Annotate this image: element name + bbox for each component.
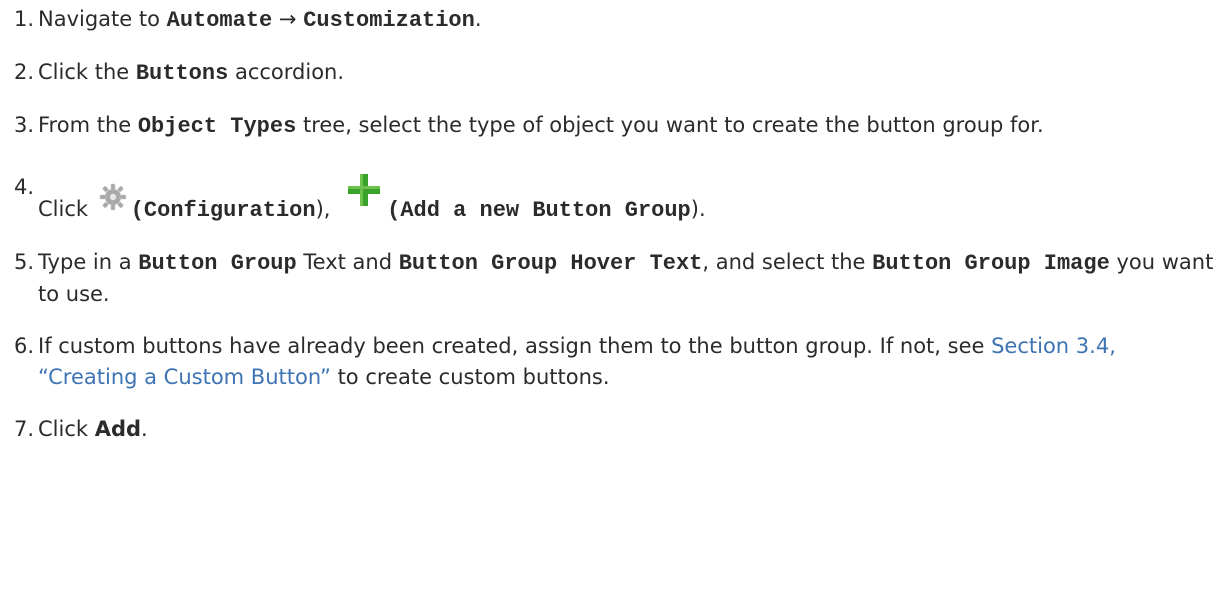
step-text: If custom buttons have already been crea… <box>38 334 992 358</box>
field-button-group-hover-text: Button Group Hover Text <box>398 251 703 276</box>
step-number: 4. <box>14 175 35 199</box>
step-6: 6. If custom buttons have already been cr… <box>14 331 1214 393</box>
arrow-separator: → <box>272 7 304 31</box>
step-text: Click the <box>38 60 136 84</box>
button-configuration: Configuration <box>143 198 316 223</box>
button-add: Add <box>94 417 142 441</box>
step-text-end: accordion. <box>228 60 345 84</box>
step-number: 6. <box>14 334 35 358</box>
menu-automate: Automate <box>166 8 273 33</box>
step-text: Type in a <box>38 250 139 274</box>
step-text-mid: ), <box>315 197 338 221</box>
step-text: Click <box>38 417 95 441</box>
step-text-mid: Text and <box>296 250 399 274</box>
step-text-mid-2: , and select the <box>702 250 873 274</box>
step-3: 3. From the Object Types tree, select the… <box>14 110 1214 142</box>
field-button-group: Button Group <box>138 251 297 276</box>
plus-icon <box>347 172 381 208</box>
gear-icon <box>97 182 129 212</box>
button-add-new-button-group: Add a new Button Group <box>400 198 691 223</box>
field-button-group-image: Button Group Image <box>872 251 1110 276</box>
accordion-buttons: Buttons <box>135 61 229 86</box>
menu-customization: Customization <box>303 8 475 33</box>
step-text-end: tree, select the type of object you want… <box>296 113 1044 137</box>
step-text-end: to create custom buttons. <box>330 365 610 389</box>
step-4: 4. Click (Configuration), (Add a new But… <box>14 172 1214 226</box>
paren-open: ( <box>130 198 144 223</box>
step-1: 1. Navigate to Automate → Customization. <box>14 4 1214 36</box>
step-text-end: . <box>141 417 148 441</box>
step-number: 1. <box>14 7 35 31</box>
step-text-end: . <box>474 7 482 31</box>
paren-open-2: ( <box>387 198 401 223</box>
step-number: 3. <box>14 113 35 137</box>
step-text: Click <box>38 197 95 221</box>
step-2: 2. Click the Buttons accordion. <box>14 57 1214 89</box>
step-number: 5. <box>14 250 35 274</box>
step-number: 7. <box>14 417 35 441</box>
step-text-end: ). <box>690 197 706 221</box>
step-text: From the <box>38 113 138 137</box>
step-5: 5. Type in a Button Group Text and Button… <box>14 247 1214 310</box>
step-7: 7. Click Add. <box>14 414 1214 445</box>
step-text: Navigate to <box>38 7 167 31</box>
procedure-steps: 1. Navigate to Automate → Customization. … <box>14 0 1214 445</box>
tree-object-types: Object Types <box>137 114 297 139</box>
step-number: 2. <box>14 60 35 84</box>
